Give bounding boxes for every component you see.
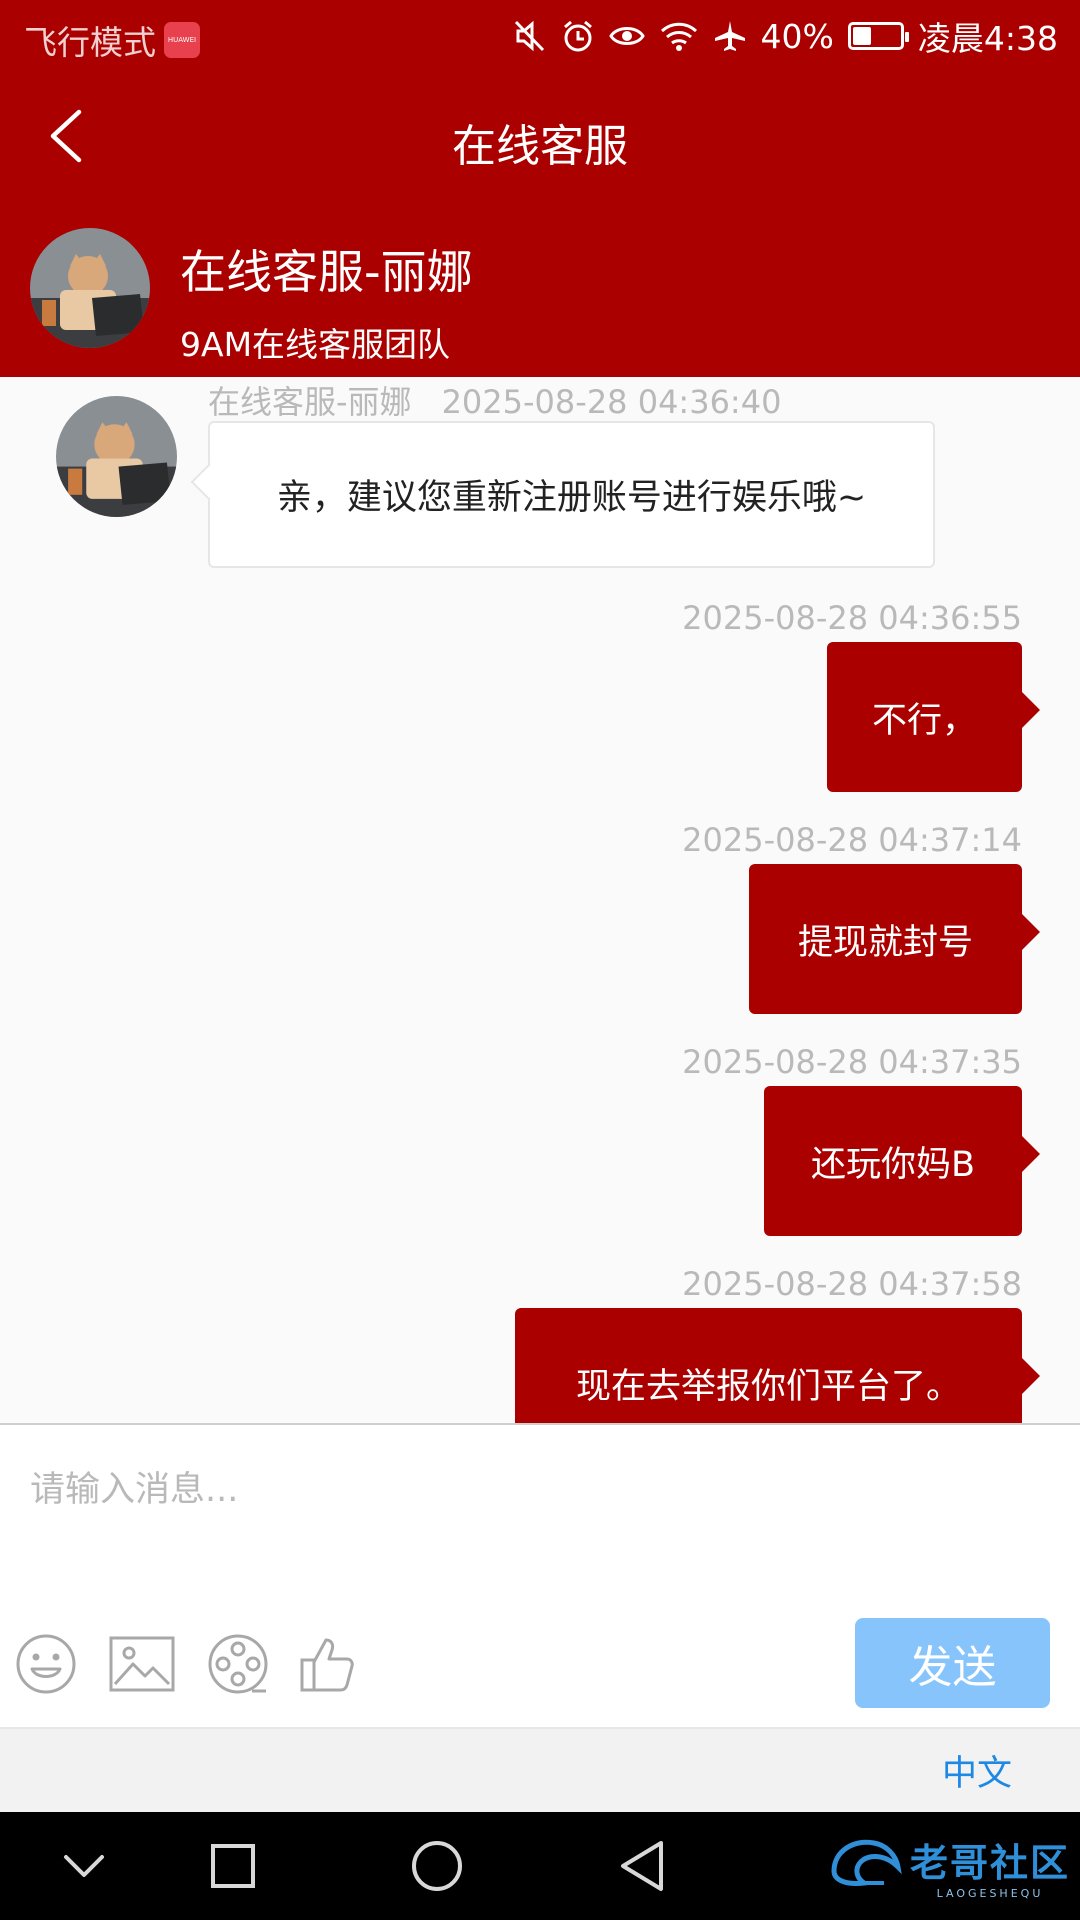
image-icon: [109, 1636, 175, 1692]
video-icon: [208, 1634, 268, 1694]
agent-name: 在线客服-丽娜: [180, 245, 473, 299]
outgoing-message-bubble[interactable]: 提现就封号: [749, 864, 1040, 1014]
alarm-icon: [561, 19, 595, 53]
nav-recents-button[interactable]: [201, 1836, 265, 1896]
language-switch[interactable]: 中文: [942, 1745, 1012, 1796]
app-header: 飞行模式 HUAWEI 40% 凌晨4:38 在线客服 在线客服-丽娜 9AM在…: [0, 0, 1080, 377]
incoming-sender-name: 在线客服-丽娜: [208, 383, 412, 421]
video-button[interactable]: [205, 1631, 271, 1697]
nav-square-icon: [211, 1844, 255, 1888]
battery-level: [852, 27, 871, 45]
incoming-message-meta: 在线客服-丽娜 2025-08-28 04:36:40: [208, 377, 781, 423]
composer: 发送: [0, 1423, 1080, 1727]
language-bar: 中文: [0, 1727, 1080, 1812]
mute-icon: [513, 19, 547, 53]
outgoing-message-bubble[interactable]: 不行，: [827, 642, 1040, 792]
huawei-app-icon: HUAWEI: [164, 22, 200, 58]
agent-avatar: [30, 228, 150, 348]
outgoing-timestamp: 2025-08-28 04:36:55: [682, 599, 1022, 637]
nav-hide-button[interactable]: [52, 1836, 116, 1896]
wifi-icon: [659, 20, 699, 52]
system-nav-bar: 老哥社区 LAOGESHEQU: [0, 1812, 1080, 1920]
watermark-main: 老哥社区: [909, 1841, 1070, 1885]
dragon-logo-icon: [831, 1839, 902, 1886]
nav-back-icon: [621, 1841, 663, 1891]
battery-percent: 40%: [760, 16, 834, 56]
image-button[interactable]: [107, 1631, 177, 1697]
incoming-timestamp: 2025-08-28 04:36:40: [441, 383, 782, 421]
outgoing-timestamp: 2025-08-28 04:37:35: [682, 1043, 1022, 1081]
watermark-text: 老哥社区 LAOGESHEQU: [910, 1832, 1070, 1900]
send-button[interactable]: 发送: [855, 1618, 1050, 1708]
nav-down-icon: [64, 1855, 104, 1877]
incoming-message-bubble[interactable]: 亲，建议您重新注册账号进行娱乐哦~: [208, 421, 935, 568]
title-bar: 在线客服: [0, 74, 1080, 200]
outgoing-message-bubble[interactable]: 还玩你妈B: [764, 1086, 1040, 1236]
emoji-button[interactable]: [13, 1631, 79, 1697]
nav-circle-icon: [412, 1841, 462, 1891]
nav-home-button[interactable]: [405, 1836, 469, 1896]
status-right: 40% 凌晨4:38: [513, 16, 1058, 58]
chat-message-list[interactable]: 在线客服-丽娜 2025-08-28 04:36:40 亲，建议您重新注册账号进行…: [0, 377, 1080, 1423]
airplane-mode-label: 飞行模式: [24, 23, 156, 62]
status-time: 凌晨4:38: [917, 19, 1058, 58]
incoming-avatar: [56, 396, 177, 517]
airplane-icon: [713, 19, 747, 53]
message-input[interactable]: [30, 1455, 1050, 1525]
status-bar: 飞行模式 HUAWEI 40% 凌晨4:38: [0, 0, 1080, 74]
watermark-sub: LAOGESHEQU: [936, 1887, 1044, 1900]
outgoing-timestamp: 2025-08-28 04:37:58: [682, 1265, 1022, 1303]
agent-team: 9AM在线客服团队: [180, 325, 451, 364]
eye-icon: [608, 21, 645, 51]
outgoing-timestamp: 2025-08-28 04:37:14: [682, 821, 1022, 859]
page-title: 在线客服: [452, 121, 628, 172]
thumbs-up-icon: [300, 1638, 354, 1692]
status-left: 飞行模式 HUAWEI: [24, 16, 200, 64]
watermark: 老哥社区 LAOGESHEQU: [824, 1824, 1070, 1908]
outgoing-message-bubble[interactable]: 现在去举报你们平台了。: [515, 1308, 1040, 1423]
like-button[interactable]: [296, 1631, 362, 1697]
battery-icon: [847, 22, 909, 50]
nav-back-button[interactable]: [610, 1836, 674, 1896]
emoji-icon: [16, 1634, 76, 1694]
